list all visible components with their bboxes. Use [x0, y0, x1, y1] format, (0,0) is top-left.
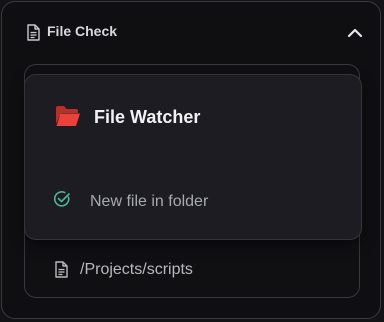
chevron-up-icon[interactable]: [346, 24, 364, 42]
folder-path-row[interactable]: /Projects/scripts: [24, 250, 360, 290]
document-icon: [26, 24, 40, 41]
file-watcher-card[interactable]: File Watcher New file in folder: [24, 74, 362, 240]
trigger-label: New file in folder: [90, 193, 209, 210]
check-circle-icon: [53, 190, 71, 208]
folder-open-icon: [55, 105, 81, 127]
panel-header[interactable]: File Check: [2, 2, 380, 60]
card-title: File Watcher: [94, 107, 201, 127]
file-check-panel: File Check File Watcher New file in fold…: [1, 1, 381, 319]
folder-path: /Projects/scripts: [80, 261, 193, 278]
document-icon: [54, 261, 68, 278]
section-title: File Check: [47, 23, 118, 39]
